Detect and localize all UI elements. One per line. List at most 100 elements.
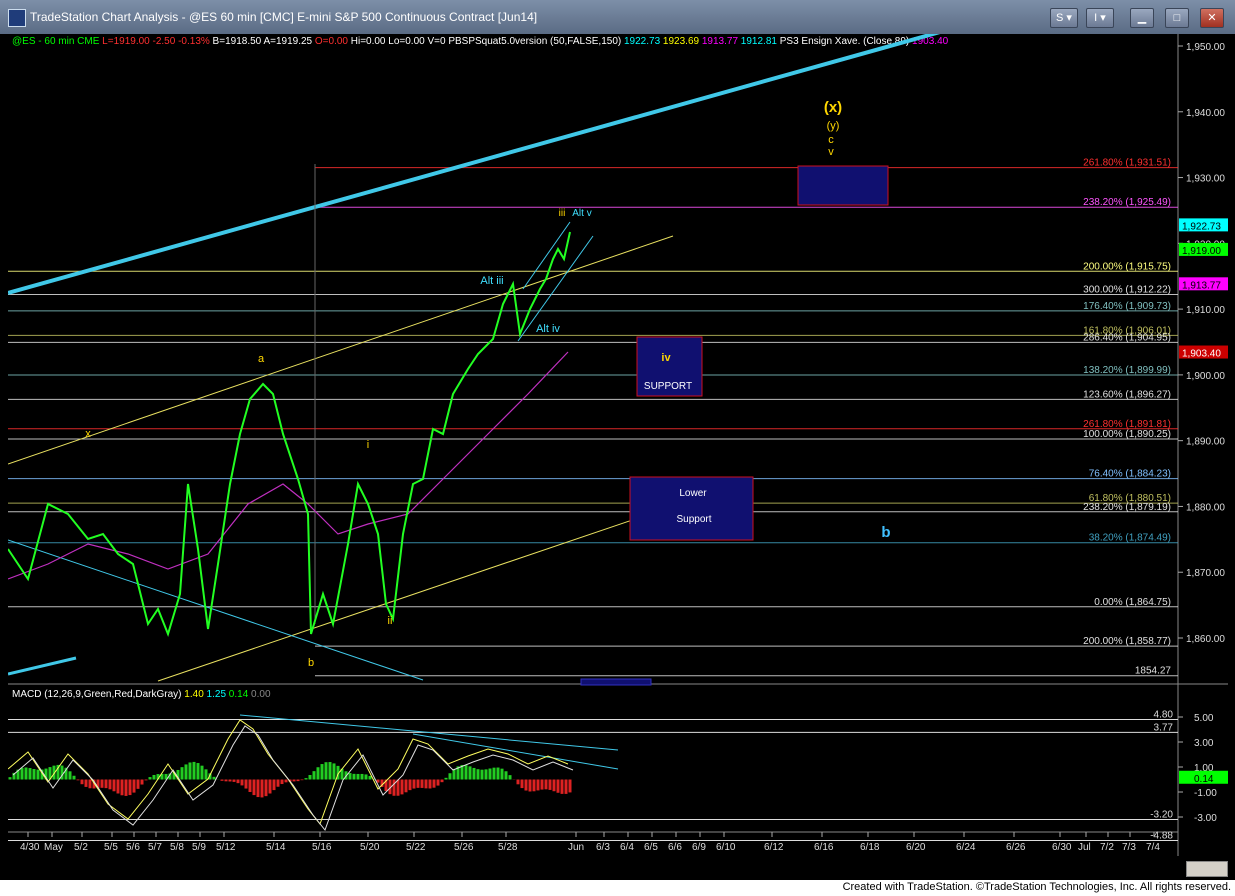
- time-tick-label: 6/20: [906, 842, 926, 853]
- time-tick-label: 5/26: [454, 842, 474, 853]
- fib-label: 1854.27: [1135, 666, 1172, 677]
- macd-tick-label: 3.00: [1194, 738, 1214, 749]
- time-scrollbar[interactable]: [1186, 861, 1228, 877]
- fib-label: 286.40% (1,904.95): [1083, 332, 1171, 343]
- macd-marker-label: 0.14: [1194, 774, 1214, 785]
- info-segment: @ES - 60 min CME: [12, 36, 100, 47]
- time-tick-label: 5/28: [498, 842, 518, 853]
- wave-label: iii: [559, 208, 566, 219]
- svg-text:SUPPORT: SUPPORT: [644, 381, 692, 392]
- info-segment: 1913.77: [699, 36, 738, 47]
- fib-label: 123.60% (1,896.27): [1083, 389, 1171, 400]
- time-tick-label: Jun: [568, 842, 584, 853]
- wave-label: a: [258, 353, 265, 365]
- macd-level-label: 4.80: [1154, 710, 1174, 721]
- time-tick-label: 7/3: [1122, 842, 1136, 853]
- time-tick-label: 6/10: [716, 842, 736, 853]
- info-segment: 0.00: [248, 689, 271, 700]
- price-marker-label: 1,913.77: [1182, 280, 1221, 291]
- macd-tick-label: -1.00: [1194, 788, 1217, 799]
- fib-label: 261.80% (1,931.51): [1083, 158, 1171, 169]
- info-segment: 0.14: [226, 689, 249, 700]
- fib-label: 238.20% (1,879.19): [1083, 502, 1171, 513]
- copyright-text: Created with TradeStation. ©TradeStation…: [842, 881, 1231, 893]
- fib-label: 138.20% (1,899.99): [1083, 365, 1171, 376]
- info-segment: 1912.81: [738, 36, 777, 47]
- window-title: TradeStation Chart Analysis - @ES 60 min…: [30, 10, 538, 24]
- price-marker-label: 1,903.40: [1182, 349, 1221, 360]
- wave-label: Alt v: [572, 208, 591, 219]
- time-tick-label: 6/5: [644, 842, 658, 853]
- info-segment: 1.40: [182, 689, 205, 700]
- minimize-button[interactable]: ▁: [1130, 8, 1154, 28]
- wave-label: b: [881, 524, 890, 541]
- info-segment: 1.25: [204, 689, 227, 700]
- time-tick-label: 6/6: [668, 842, 682, 853]
- time-tick-label: 5/22: [406, 842, 426, 853]
- time-tick-label: 5/7: [148, 842, 162, 853]
- fib-label: 238.20% (1,925.49): [1083, 197, 1171, 208]
- price-marker-label: 1,922.73: [1182, 221, 1221, 232]
- time-tick-label: 7/4: [1146, 842, 1160, 853]
- macd-info-line: MACD (12,26,9,Green,Red,DarkGray) 1.40 1…: [12, 689, 271, 700]
- fib-label: 100.00% (1,890.25): [1083, 429, 1171, 440]
- svg-text:iv: iv: [661, 352, 671, 364]
- time-tick-label: 5/8: [170, 842, 184, 853]
- price-tick-label: 1,870.00: [1186, 568, 1225, 579]
- indicator-link-button[interactable]: I ▾: [1086, 8, 1114, 28]
- time-tick-label: May: [44, 842, 63, 853]
- price-tick-label: 1,930.00: [1186, 174, 1225, 185]
- time-tick-label: 5/16: [312, 842, 332, 853]
- time-tick-label: 6/12: [764, 842, 784, 853]
- chart-area[interactable]: @ES - 60 min CME L=1919.00 -2.50 -0.13% …: [8, 34, 1228, 856]
- time-tick-label: 5/6: [126, 842, 140, 853]
- time-tick-label: Jul: [1078, 842, 1091, 853]
- price-tick-label: 1,860.00: [1186, 634, 1225, 645]
- info-segment: 1922.73: [621, 36, 660, 47]
- time-tick-label: 5/14: [266, 842, 286, 853]
- info-segment: O=0.00: [312, 36, 348, 47]
- symbol-link-button[interactable]: S ▾: [1050, 8, 1078, 28]
- info-segment: Hi=0.00 Lo=0.00 V=0: [348, 36, 446, 47]
- price-tick-label: 1,940.00: [1186, 108, 1225, 119]
- iv-support-box: iv SUPPORT: [636, 336, 703, 397]
- price-tick-label: 1,900.00: [1186, 371, 1225, 382]
- price-marker-label: 1,919.00: [1182, 246, 1221, 257]
- fib-label: 176.40% (1,909.73): [1083, 301, 1171, 312]
- fib-label: 38.20% (1,874.49): [1089, 533, 1171, 544]
- info-segment: 1923.69: [660, 36, 699, 47]
- time-tick-label: 6/24: [956, 842, 976, 853]
- price-tick-label: 1,950.00: [1186, 42, 1225, 53]
- time-tick-label: 5/20: [360, 842, 380, 853]
- svg-text:Lower: Lower: [679, 488, 707, 499]
- close-button[interactable]: ✕: [1200, 8, 1224, 28]
- footer: Created with TradeStation. ©TradeStation…: [0, 880, 1235, 896]
- macd-tick-label: 5.00: [1194, 713, 1214, 724]
- macd-tick-label: -3.00: [1194, 813, 1217, 824]
- title-bar: TradeStation Chart Analysis - @ES 60 min…: [0, 0, 1235, 34]
- time-tick-label: 6/26: [1006, 842, 1026, 853]
- time-tick-label: 5/5: [104, 842, 118, 853]
- time-tick-label: 6/30: [1052, 842, 1072, 853]
- time-tick-label: 6/16: [814, 842, 834, 853]
- wave-label: x: [85, 428, 91, 440]
- time-tick-label: 6/18: [860, 842, 880, 853]
- lower-support-box: Lower Support: [629, 476, 754, 541]
- fib-label: 76.40% (1,884.23): [1089, 469, 1171, 480]
- target-box: [797, 165, 889, 206]
- wave-label: (x): [824, 99, 842, 116]
- macd-level-label: -3.20: [1150, 810, 1173, 821]
- wave-label: i: [367, 439, 369, 451]
- fib-label: 200.00% (1,858.77): [1083, 636, 1171, 647]
- time-tick-label: 7/2: [1100, 842, 1114, 853]
- wave-label: v: [828, 146, 834, 158]
- bottom-blue-box: [580, 678, 652, 686]
- wave-label: (y): [827, 120, 840, 132]
- fib-label: 300.00% (1,912.22): [1083, 285, 1171, 296]
- maximize-button[interactable]: □: [1165, 8, 1189, 28]
- time-tick-label: 6/9: [692, 842, 706, 853]
- wave-label: b: [308, 657, 314, 669]
- info-segment: L=1919.00 -2.50 -0.13%: [99, 36, 209, 47]
- time-tick-label: 6/4: [620, 842, 634, 853]
- time-scrollbar-row: [8, 856, 1228, 880]
